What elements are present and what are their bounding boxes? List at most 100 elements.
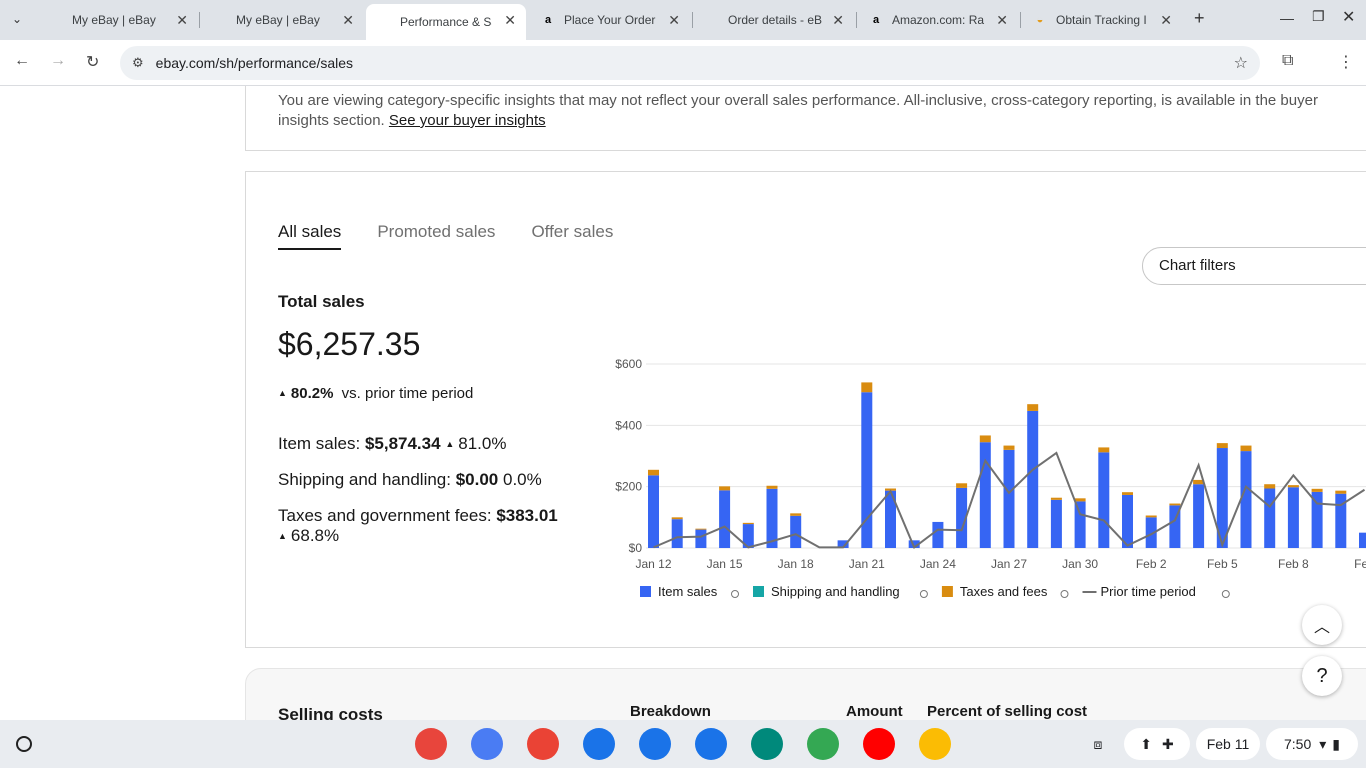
tab-separator <box>856 12 857 28</box>
y-tick-label: $200 <box>615 480 642 494</box>
date-pill[interactable]: Feb 11 <box>1196 728 1260 760</box>
sales-tabs: All sales Promoted sales Offer sales <box>278 222 613 250</box>
site-settings-icon[interactable]: ⚙ <box>132 55 144 71</box>
y-tick-label: $0 <box>629 541 643 555</box>
x-tick-label: Jan 30 <box>1062 557 1098 571</box>
tab-title: Order details - eBay <box>728 13 822 27</box>
tab-order-details[interactable]: Order details - eBay ✕ <box>694 4 854 36</box>
back-icon[interactable]: ← <box>14 52 30 70</box>
taxes-value: $383.01 <box>496 506 558 525</box>
tote-button[interactable]: ⧈ <box>1084 728 1112 760</box>
tab-promoted-sales[interactable]: Promoted sales <box>377 222 495 250</box>
tab-obtain-tracking[interactable]: ◒ Obtain Tracking I ✕ <box>1022 4 1182 36</box>
help-button[interactable]: ? <box>1302 656 1342 696</box>
taxes-bar <box>1098 447 1110 453</box>
buyer-insights-link[interactable]: See your buyer insights <box>389 112 546 129</box>
amazon-icon: a <box>544 14 552 26</box>
item-sales-bar <box>1240 451 1252 548</box>
menu-icon[interactable]: ⋮ <box>1338 52 1354 72</box>
y-tick-label: $600 <box>615 357 642 371</box>
shipping-row: Shipping and handling: $0.00 0.0% <box>278 470 578 490</box>
youtube-icon[interactable] <box>863 728 895 760</box>
calendar-icon[interactable] <box>583 728 615 760</box>
tab-my-ebay-1[interactable]: My eBay | eBay ✕ <box>38 4 198 36</box>
tab-performance-sales[interactable]: Performance & Sales ✕ <box>366 4 526 40</box>
close-tab-icon[interactable]: ✕ <box>342 12 354 29</box>
maximize-icon[interactable]: ❐ <box>1312 8 1325 25</box>
scroll-to-top-button[interactable]: ︿ <box>1302 605 1342 645</box>
address-bar[interactable]: ⚙ ebay.com/sh/performance/sales ☆ <box>120 46 1260 80</box>
tab-offer-sales[interactable]: Offer sales <box>531 222 613 250</box>
legend-label: Taxes and fees <box>960 584 1048 599</box>
tab-search-icon[interactable]: ⌄ <box>12 12 22 26</box>
item-sales-bar <box>1074 501 1086 548</box>
files-icon[interactable] <box>639 728 671 760</box>
reload-icon[interactable]: ↻ <box>86 52 99 72</box>
item-sales-bar <box>1098 452 1110 548</box>
taxes-bar <box>1145 515 1157 518</box>
minimize-icon[interactable]: — <box>1280 10 1294 26</box>
clock-pill[interactable]: 7:50 ▾ ▮ <box>1266 728 1358 760</box>
x-tick-label: Jan 24 <box>920 557 956 571</box>
taxes-bar <box>766 485 778 489</box>
x-tick-label: Feb 2 <box>1136 557 1167 571</box>
tab-place-order[interactable]: a Place Your Order ✕ <box>530 4 690 36</box>
meet-icon[interactable] <box>751 728 783 760</box>
url-text: ebay.com/sh/performance/sales <box>155 55 354 71</box>
delta-percent: 80.2% <box>290 385 334 402</box>
page-content: You are viewing category-specific insigh… <box>0 86 1366 720</box>
close-tab-icon[interactable]: ✕ <box>832 12 844 29</box>
taxes-row: Taxes and government fees: $383.01 ▲ 68.8… <box>278 506 578 546</box>
status-pill[interactable]: ⬆ ✚ <box>1124 728 1190 760</box>
taxes-bar <box>790 513 802 516</box>
bookmark-star-icon[interactable]: ☆ <box>1234 53 1248 73</box>
taxes-bar <box>1287 485 1299 488</box>
taxes-bar <box>1240 445 1252 452</box>
ebay-icon <box>212 12 228 28</box>
close-tab-icon[interactable]: ✕ <box>504 12 516 29</box>
close-tab-icon[interactable]: ✕ <box>996 12 1008 29</box>
taxes-bar <box>1050 497 1062 500</box>
taxes-bar <box>1122 492 1133 495</box>
taxes-bar <box>1216 443 1228 449</box>
close-window-icon[interactable]: ✕ <box>1342 7 1355 27</box>
tab-my-ebay-2[interactable]: My eBay | eBay ✕ <box>202 4 364 36</box>
sales-chart: $600 $400 $200 $0 Jan 12 Jan 15 Jan 18 Jan 21 Ja… <box>615 357 1366 599</box>
gmail-icon[interactable] <box>527 728 559 760</box>
messages-icon[interactable] <box>695 728 727 760</box>
close-tab-icon[interactable]: ✕ <box>176 12 188 29</box>
close-tab-icon[interactable]: ✕ <box>668 12 680 29</box>
forward-icon[interactable]: → <box>50 52 66 70</box>
taxes-bar <box>648 469 659 476</box>
play-store-icon[interactable] <box>807 728 839 760</box>
chrome-icon[interactable] <box>415 728 447 760</box>
launcher-icon[interactable] <box>16 736 32 752</box>
item-sales-bar <box>1264 488 1276 548</box>
chart-filters-dropdown[interactable]: Chart filters <box>1142 247 1366 285</box>
info-icon <box>1060 590 1069 598</box>
tab-amazon[interactable]: a Amazon.com: Ra ✕ <box>858 4 1018 36</box>
taxes-bar <box>861 382 873 393</box>
system-shelf: ⧈ ⬆ ✚ Feb 11 7:50 ▾ ▮ <box>0 720 1366 768</box>
gemini-icon[interactable] <box>471 728 503 760</box>
tab-title: Performance & Sales <box>400 15 492 29</box>
total-sales-value: $6,257.35 <box>278 326 421 362</box>
amount-header: Amount <box>846 703 903 720</box>
photos-icon[interactable] <box>919 728 951 760</box>
item-sales-bar <box>1287 487 1299 548</box>
chart-filters-label: Chart filters <box>1159 257 1236 274</box>
info-icon <box>919 590 928 598</box>
total-sales-delta: ▲ 80.2% vs. prior time period <box>278 385 578 402</box>
up-triangle-icon: ▲ <box>278 531 287 541</box>
taxes-label: Taxes and government fees: <box>278 506 492 525</box>
chevron-up-icon: ︿ <box>1313 619 1330 636</box>
close-tab-icon[interactable]: ✕ <box>1160 12 1172 29</box>
legend-swatch <box>941 586 953 597</box>
delta-text: vs. prior time period <box>341 385 474 402</box>
item-sales-bar <box>671 519 683 548</box>
extensions-icon[interactable]: ⧉ <box>1282 52 1293 70</box>
selling-costs-title: Selling costs <box>278 705 383 720</box>
tab-all-sales[interactable]: All sales <box>278 222 342 250</box>
selling-costs-card: Selling costs Breakdown Amount Percent o… <box>245 668 1366 720</box>
new-tab-icon[interactable]: + <box>1194 8 1205 29</box>
